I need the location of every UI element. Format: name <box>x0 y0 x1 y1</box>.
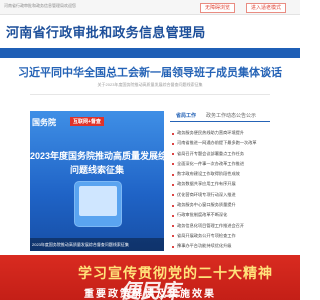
site-title[interactable]: 河南省行政审批和政务信息管理局 <box>6 22 206 41</box>
headline-summary: 关于2023年度国务院推动高质量发展综合督查问题线索征集 <box>97 82 203 87</box>
promo-banner[interactable]: 学习宣传贯彻党的二十大精神 便民库 重要政策解读及实施效果 <box>0 255 300 300</box>
section-divider <box>30 94 270 95</box>
list-item[interactable]: 省局开展政务公开专项检查工作 <box>172 231 270 241</box>
welcome-text: 河南省行政审批和政务信息管理局欢迎您 <box>4 3 76 8</box>
list-item[interactable]: 优化营商环境专项行动深入推进 <box>172 190 270 200</box>
tab-gov-news[interactable]: 政务工作动态 <box>206 112 236 119</box>
top-utility-bar: 河南省行政审批和政务信息管理局欢迎您 无障碍浏览 进入适老模式 <box>0 0 300 15</box>
list-item[interactable]: 政务服务中心窗口服务质量提升 <box>172 200 270 210</box>
banner-tag: 互联网+督查 <box>70 117 104 126</box>
list-item[interactable]: 行政审批制度改革不断深化 <box>172 210 270 220</box>
list-item[interactable]: 数字政府建设工作取得阶段性成效 <box>172 169 270 179</box>
news-tabs: 省局工作 政务工作动态 公告公示 <box>170 111 270 122</box>
main-navigation-bar <box>0 48 300 58</box>
tab-bureau-work[interactable]: 省局工作 <box>176 112 196 119</box>
news-list: 政务服务便民热线助力营商环境提升 河南省推进一网通办前提下最多跑一次改革 省局召… <box>172 128 270 252</box>
list-item[interactable]: 豫事办平台功能持续优化升级 <box>172 241 270 251</box>
promo-subtitle: 重要政策解读及实施效果 <box>84 289 216 300</box>
accessibility-button[interactable]: 无障碍浏览 <box>200 3 236 13</box>
list-item[interactable]: 政务信息化项目管理工作推进会召开 <box>172 221 270 231</box>
list-item[interactable]: 政务数据共享应用工作有序开展 <box>172 179 270 189</box>
feature-banner[interactable]: 国务院 互联网+督查 2023年度国务院推动高质量发展综合督查 问题线索征集 2… <box>30 111 164 251</box>
list-item[interactable]: 全面深化一件事一次办改革工作推进 <box>172 159 270 169</box>
list-item[interactable]: 政务服务便民热线助力营商环境提升 <box>172 128 270 138</box>
elderly-mode-button[interactable]: 进入适老模式 <box>246 3 287 13</box>
banner-title-line1: 2023年度国务院推动高质量发展综合督查 <box>30 151 164 161</box>
banner-caption: 2023年度国务院推动高质量发展综合督查问题线索征集 <box>32 242 129 247</box>
phone-icon <box>74 181 122 227</box>
headline-title[interactable]: 习近平同中华全国总工会新一届领导班子成员集体谈话 <box>0 64 300 80</box>
list-item[interactable]: 河南省推进一网通办前提下最多跑一次改革 <box>172 138 270 148</box>
banner-title-line2: 问题线索征集 <box>69 165 124 175</box>
list-item[interactable]: 省局召开专题会议部署重点工作任务 <box>172 149 270 159</box>
tab-notices[interactable]: 公告公示 <box>236 112 256 119</box>
banner-brand: 国务院 <box>32 118 56 127</box>
